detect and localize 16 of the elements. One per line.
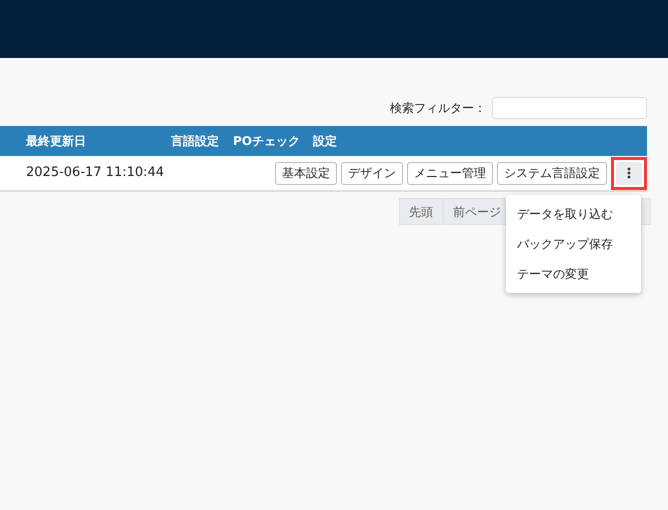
- table-cell-text: 2025-06-17 11:10:44: [26, 164, 166, 182]
- more-button[interactable]: [616, 162, 642, 184]
- search-field[interactable]: [492, 97, 647, 119]
- column-header: POチェック: [233, 133, 301, 150]
- more-icon: [627, 167, 631, 179]
- column-header: 言語設定: [171, 133, 220, 150]
- action-button[interactable]: デザイン: [341, 162, 403, 184]
- filter-label: 検索フィルター：: [390, 100, 486, 117]
- column-header: 最終更新日: [26, 133, 87, 150]
- page-button[interactable]: 先頭: [399, 198, 443, 225]
- menu-item[interactable]: テーマの変更: [506, 259, 641, 289]
- menu-item[interactable]: バックアップ保存: [506, 229, 641, 259]
- action-button[interactable]: メニュー管理: [407, 162, 493, 184]
- action-button[interactable]: システム言語設定: [497, 162, 607, 184]
- column-header: 設定: [313, 133, 337, 150]
- action-button[interactable]: 基本設定: [275, 162, 337, 184]
